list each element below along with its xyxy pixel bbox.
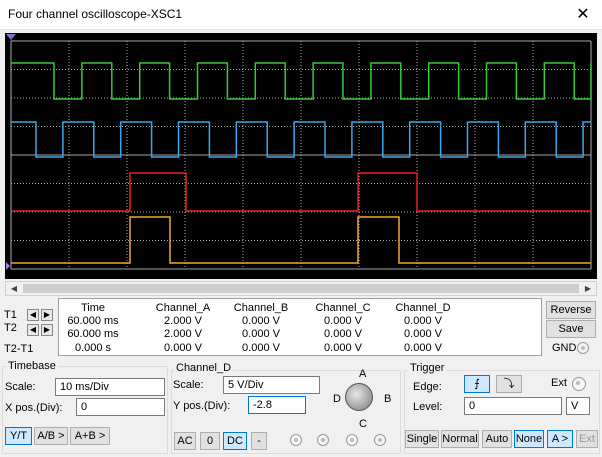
t2-right-arrow-icon[interactable]: ▶: [41, 324, 53, 336]
t1-channel-b: 0.000 V: [242, 315, 280, 327]
ypos-label: Y pos.(Div):: [173, 400, 231, 412]
cursor-t2-marker: [6, 262, 10, 270]
ac-coupling-button[interactable]: AC: [174, 432, 196, 450]
diff-channel-a: 0.000 V: [164, 342, 202, 354]
ab-mode-button[interactable]: A/B >: [34, 427, 68, 445]
t1-channel-d: 0.000 V: [404, 315, 442, 327]
none-trigger-button[interactable]: None: [514, 430, 544, 448]
level-unit-field[interactable]: V: [566, 397, 590, 415]
t2-channel-b: 0.000 V: [242, 328, 280, 340]
ypos-field[interactable]: -2.8: [248, 396, 306, 414]
knob-label-b: B: [384, 393, 392, 405]
t1-channel-c: 0.000 V: [324, 315, 362, 327]
t2-channel-d: 0.000 V: [404, 328, 442, 340]
yt-mode-button[interactable]: Y/T: [5, 427, 32, 445]
edge-label: Edge:: [413, 381, 442, 393]
title-bar: Four channel oscilloscope-XSC1 ✕: [0, 0, 602, 30]
diff-channel-c: 0.000 V: [324, 342, 362, 354]
single-trigger-button[interactable]: Single: [405, 430, 439, 448]
channel-radio-2[interactable]: [317, 434, 329, 446]
zero-coupling-button[interactable]: 0: [200, 432, 220, 450]
falling-edge-icon[interactable]: ⤵: [496, 375, 522, 393]
xpos-label: X pos.(Div):: [5, 402, 63, 414]
t2-channel-a: 2.000 V: [164, 328, 202, 340]
t1-channel-a: 2.000 V: [164, 315, 202, 327]
close-icon[interactable]: ✕: [572, 4, 594, 24]
channel-select-knob[interactable]: [345, 383, 373, 411]
level-field[interactable]: 0: [464, 397, 562, 415]
t2-left-arrow-icon[interactable]: ◀: [27, 324, 39, 336]
timebase-title: Timebase: [6, 360, 58, 372]
trigger-title: Trigger: [408, 362, 447, 374]
timebase-scale-field[interactable]: 10 ms/Div: [55, 378, 165, 396]
trigger-source-ext-button[interactable]: Ext: [576, 430, 598, 448]
header-channel-c: Channel_C: [315, 302, 371, 314]
horizontal-scrollbar[interactable]: ◀ ▶: [5, 281, 597, 296]
header-time: Time: [80, 302, 106, 314]
header-channel-d: Channel_D: [395, 302, 451, 314]
scope-display[interactable]: [5, 33, 597, 279]
ext-radio[interactable]: [572, 377, 586, 391]
channel-radio-1[interactable]: [290, 434, 302, 446]
channel-b-trace: [11, 121, 591, 158]
t1-label: T1: [4, 309, 17, 321]
cursor-t1-marker: [6, 34, 16, 40]
xpos-field[interactable]: 0: [76, 398, 165, 416]
dc-coupling-button[interactable]: DC: [223, 432, 247, 450]
gnd-label: GND: [552, 342, 577, 354]
t2-label: T2: [4, 322, 17, 334]
minus-coupling-button[interactable]: -: [251, 432, 267, 450]
knob-label-c: C: [359, 418, 367, 430]
channel-scale-field[interactable]: 5 V/Div: [223, 376, 320, 394]
timebase-scale-label: Scale:: [5, 381, 36, 393]
diff-channel-b: 0.000 V: [242, 342, 280, 354]
a-plus-b-mode-button[interactable]: A+B >: [70, 427, 110, 445]
scope-grid: [10, 40, 592, 270]
ext-label: Ext: [551, 377, 567, 389]
diff-channel-d: 0.000 V: [404, 342, 442, 354]
knob-label-a: A: [359, 368, 367, 380]
channel-scale-label: Scale:: [173, 379, 204, 391]
header-channel-b: Channel_B: [233, 302, 289, 314]
save-button[interactable]: Save: [546, 320, 596, 338]
trigger-source-a-button[interactable]: A >: [547, 430, 573, 448]
scroll-right-icon[interactable]: ▶: [581, 282, 595, 295]
t2-time: 60.000 ms: [67, 328, 119, 340]
header-channel-a: Channel_A: [155, 302, 211, 314]
level-label: Level:: [413, 401, 443, 413]
knob-label-d: D: [333, 393, 341, 405]
rising-edge-icon[interactable]: ⨍: [464, 375, 490, 393]
scroll-left-icon[interactable]: ◀: [7, 282, 21, 295]
diff-time: 0.000 s: [74, 342, 112, 354]
gnd-radio[interactable]: [577, 342, 589, 354]
window-title: Four channel oscilloscope-XSC1: [8, 7, 183, 21]
channel-title: Channel_D: [174, 362, 234, 374]
t1-left-arrow-icon[interactable]: ◀: [27, 309, 39, 321]
t1-right-arrow-icon[interactable]: ▶: [41, 309, 53, 321]
scroll-thumb[interactable]: [23, 284, 579, 293]
t1-time: 60.000 ms: [67, 315, 119, 327]
t2-channel-c: 0.000 V: [324, 328, 362, 340]
normal-trigger-button[interactable]: Normal: [441, 430, 479, 448]
channel-radio-3[interactable]: [346, 434, 358, 446]
reverse-button[interactable]: Reverse: [546, 301, 596, 319]
channel-radio-4[interactable]: [374, 434, 386, 446]
cursor-readout-table: Time Channel_A Channel_B Channel_C Chann…: [58, 298, 542, 356]
auto-trigger-button[interactable]: Auto: [482, 430, 512, 448]
t2-t1-label: T2-T1: [4, 343, 34, 355]
